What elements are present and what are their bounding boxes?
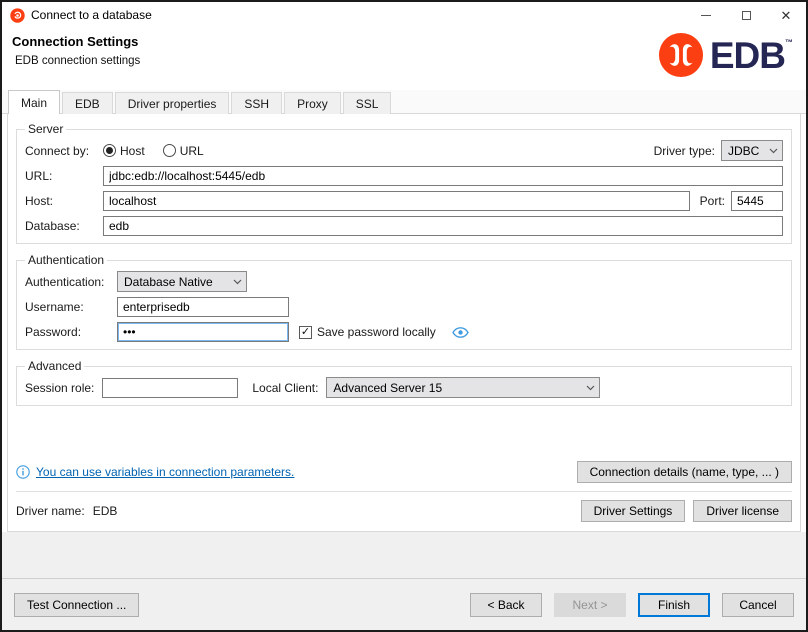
driver-type-value: JDBC: [728, 144, 759, 158]
next-button: Next >: [554, 593, 626, 617]
tab-content-main: Server Connect by: Host URL Driver type:…: [7, 114, 801, 532]
save-password-label: Save password locally: [317, 325, 436, 339]
connect-by-url-radio[interactable]: URL: [163, 144, 204, 158]
advanced-group-legend: Advanced: [25, 359, 84, 373]
host-input[interactable]: [103, 191, 690, 211]
checkbox-checked-icon: ✓: [299, 326, 312, 339]
tab-main[interactable]: Main: [8, 90, 60, 114]
radio-selected-icon: [103, 144, 116, 157]
database-label: Database:: [25, 219, 103, 233]
url-radio-label: URL: [180, 144, 204, 158]
edb-app-icon: [10, 8, 25, 23]
server-group: Server Connect by: Host URL Driver type:…: [16, 122, 792, 244]
maximize-button[interactable]: [726, 2, 766, 28]
close-button[interactable]: ✕: [766, 2, 806, 28]
cancel-button[interactable]: Cancel: [722, 593, 794, 617]
connect-database-dialog: Connect to a database ✕ Connection Setti…: [0, 0, 808, 632]
server-group-legend: Server: [25, 122, 66, 136]
save-password-checkbox[interactable]: ✓ Save password locally: [299, 325, 436, 339]
connection-details-button[interactable]: Connection details (name, type, ... ): [577, 461, 792, 483]
chevron-down-icon: [769, 148, 778, 154]
close-icon: ✕: [781, 9, 792, 22]
radio-unselected-icon: [163, 144, 176, 157]
host-label: Host:: [25, 194, 103, 208]
username-input[interactable]: [117, 297, 289, 317]
authentication-group: Authentication Authentication: Database …: [16, 253, 792, 350]
url-input: [103, 166, 783, 186]
local-client-value: Advanced Server 15: [333, 381, 442, 395]
minimize-icon: [701, 15, 711, 16]
connect-by-label: Connect by:: [25, 144, 103, 158]
chevron-down-icon: [233, 279, 242, 285]
driver-type-label: Driver type:: [654, 144, 715, 158]
tab-driver-properties[interactable]: Driver properties: [115, 92, 230, 114]
password-label: Password:: [25, 325, 117, 339]
driver-license-button[interactable]: Driver license: [693, 500, 792, 522]
authentication-label: Authentication:: [25, 275, 117, 289]
title-bar: Connect to a database ✕: [2, 2, 806, 28]
port-input[interactable]: [731, 191, 783, 211]
dialog-header: Connection Settings EDB connection setti…: [2, 28, 806, 90]
page-title: Connection Settings: [12, 34, 140, 49]
local-client-label: Local Client:: [252, 381, 318, 395]
edb-wordmark: EDB™: [710, 37, 792, 74]
test-connection-button[interactable]: Test Connection ...: [14, 593, 139, 617]
driver-type-select[interactable]: JDBC: [721, 140, 783, 161]
tab-edb[interactable]: EDB: [62, 92, 113, 114]
password-input[interactable]: [117, 322, 289, 342]
url-label: URL:: [25, 169, 103, 183]
session-role-input[interactable]: [102, 378, 238, 398]
edb-logo: EDB™: [658, 32, 792, 78]
connect-by-host-radio[interactable]: Host: [103, 144, 145, 158]
maximize-icon: [742, 11, 751, 20]
port-label: Port:: [700, 194, 725, 208]
tab-ssh[interactable]: SSH: [231, 92, 282, 114]
finish-button[interactable]: Finish: [638, 593, 710, 617]
edb-logo-icon: [658, 32, 704, 78]
action-bar: Test Connection ... < Back Next > Finish…: [2, 578, 806, 630]
page-subtitle: EDB connection settings: [15, 55, 140, 67]
show-password-eye-icon[interactable]: [452, 327, 469, 338]
session-role-label: Session role:: [25, 381, 94, 395]
authentication-group-legend: Authentication: [25, 253, 107, 267]
chevron-down-icon: [586, 385, 595, 391]
tab-bar: Main EDB Driver properties SSH Proxy SSL: [2, 90, 806, 114]
minimize-button[interactable]: [686, 2, 726, 28]
trademark-symbol: ™: [785, 39, 792, 47]
window-title: Connect to a database: [31, 8, 152, 22]
database-input[interactable]: [103, 216, 783, 236]
dialog-filler: [2, 532, 806, 578]
variables-hint-link[interactable]: You can use variables in connection para…: [36, 465, 294, 479]
advanced-group: Advanced Session role: Local Client: Adv…: [16, 359, 792, 406]
driver-settings-button[interactable]: Driver Settings: [581, 500, 686, 522]
tab-ssl[interactable]: SSL: [343, 92, 392, 114]
driver-name-label: Driver name:: [16, 504, 85, 518]
back-button[interactable]: < Back: [470, 593, 542, 617]
info-icon: [16, 465, 30, 479]
local-client-select[interactable]: Advanced Server 15: [326, 377, 600, 398]
tab-proxy[interactable]: Proxy: [284, 92, 341, 114]
driver-name-value: EDB: [93, 504, 118, 518]
host-radio-label: Host: [120, 144, 145, 158]
authentication-select[interactable]: Database Native: [117, 271, 247, 292]
authentication-value: Database Native: [124, 275, 213, 289]
username-label: Username:: [25, 300, 117, 314]
